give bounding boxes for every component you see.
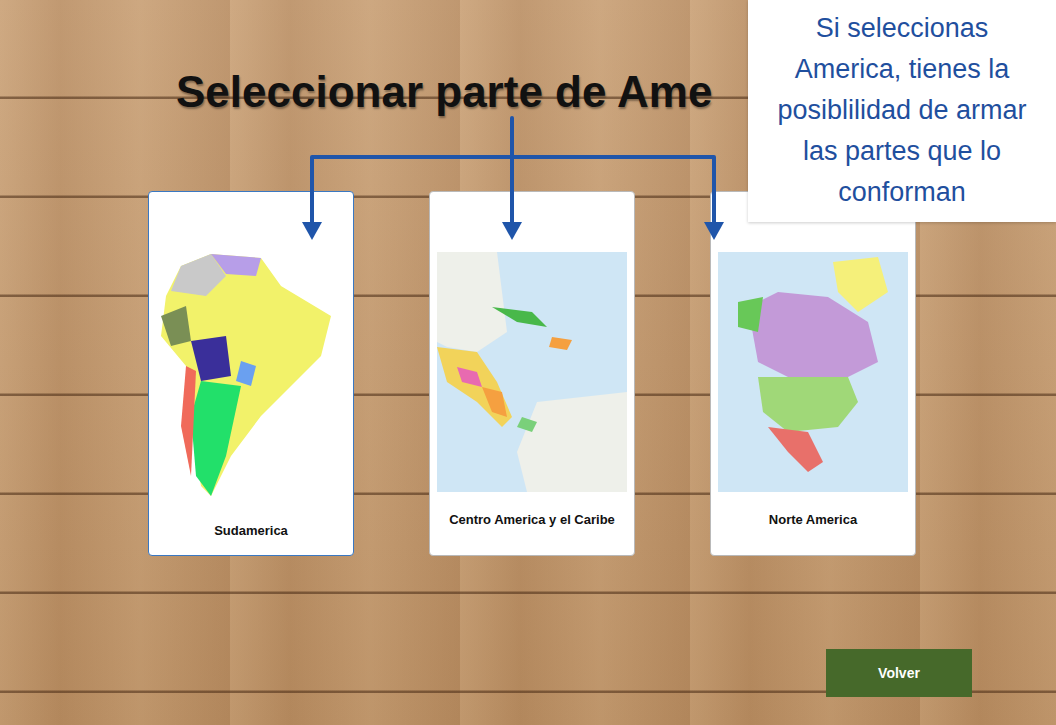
- cards-row: Sudamerica Centro America y el Caribe Nort…: [0, 191, 1056, 556]
- card-label: Centro America y el Caribe: [449, 512, 615, 527]
- card-label: Norte America: [769, 512, 857, 527]
- map-image: [151, 246, 351, 501]
- map-image: [437, 252, 627, 492]
- back-button[interactable]: Volver: [826, 649, 972, 697]
- region-card[interactable]: Centro America y el Caribe: [429, 191, 635, 556]
- card-label: Sudamerica: [214, 523, 288, 538]
- region-card[interactable]: Sudamerica: [148, 191, 354, 556]
- help-callout: Si seleccionas America, tienes la posibl…: [748, 0, 1056, 222]
- north-america-map-icon: [718, 252, 908, 492]
- map-image: [718, 252, 908, 492]
- footer: Volver: [0, 649, 1056, 725]
- page: Seleccionar parte de AmeSudamericaCentro…: [0, 0, 1056, 725]
- central-america-map-icon: [437, 252, 627, 492]
- region-card[interactable]: Norte America: [710, 191, 916, 556]
- south-america-map-icon: [151, 246, 351, 501]
